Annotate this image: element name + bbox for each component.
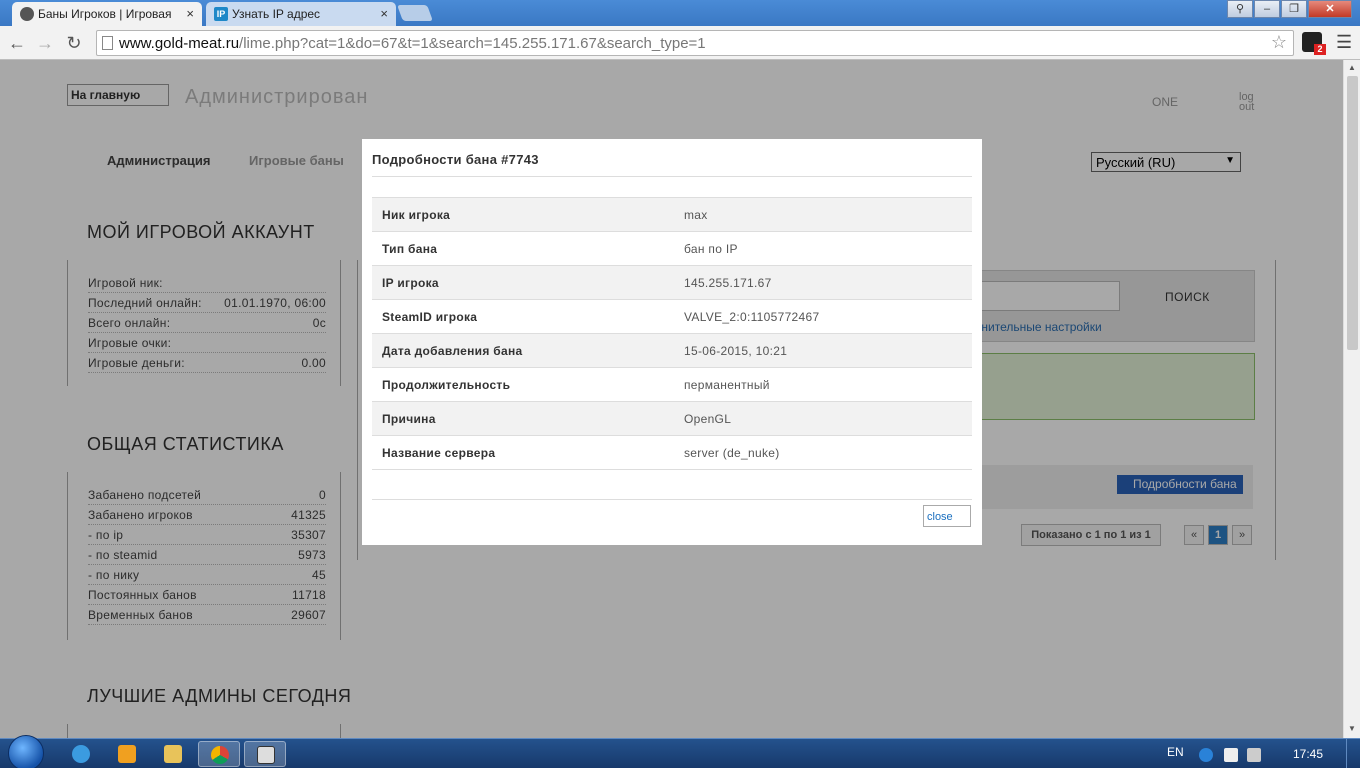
- app-taskbar-button[interactable]: [244, 741, 286, 767]
- minimize-button[interactable]: –: [1254, 0, 1280, 18]
- menu-icon[interactable]: ☰: [1336, 32, 1352, 53]
- tab-ip[interactable]: IP Узнать IP адрес ×: [206, 2, 396, 26]
- page-viewport: На главную Администрирован ONE log out А…: [0, 60, 1343, 738]
- row-value: 15-06-2015, 10:21: [684, 343, 788, 358]
- close-button[interactable]: close: [923, 505, 971, 527]
- flag-icon[interactable]: [1224, 748, 1238, 762]
- detail-row: Название сервера server (de_nuke): [372, 436, 972, 470]
- extension-badge: 2: [1314, 44, 1326, 55]
- url-path: /lime.php?cat=1&do=67&t=1&search=145.255…: [239, 35, 706, 52]
- maximize-button[interactable]: ❐: [1281, 0, 1307, 18]
- ie-taskbar-button[interactable]: [60, 741, 102, 767]
- row-value: перманентный: [684, 377, 770, 392]
- browser-tabstrip: Баны Игроков | Игровая × IP Узнать IP ад…: [0, 0, 1360, 26]
- close-tab-icon[interactable]: ×: [380, 6, 388, 21]
- tab-title: Узнать IP адрес: [232, 7, 321, 21]
- row-label: Причина: [382, 411, 436, 426]
- page-scrollbar[interactable]: ▲ ▼: [1343, 60, 1360, 738]
- address-bar[interactable]: www.gold-meat.ru/lime.php?cat=1&do=67&t=…: [96, 30, 1294, 56]
- row-label: Тип бана: [382, 241, 438, 256]
- row-value: 145.255.171.67: [684, 275, 772, 290]
- media-player-icon: [118, 745, 136, 763]
- url-host: www.gold-meat.ru: [119, 35, 240, 52]
- modal-title: Подробности бана #7743: [372, 152, 539, 167]
- folder-icon: [164, 745, 182, 763]
- divider: [372, 499, 972, 500]
- row-value: OpenGL: [684, 411, 732, 426]
- tab-bans[interactable]: Баны Игроков | Игровая ×: [12, 2, 202, 26]
- scroll-down-icon[interactable]: ▼: [1348, 724, 1356, 733]
- row-label: IP игрока: [382, 275, 439, 290]
- ip-favicon-icon: IP: [214, 7, 228, 21]
- row-label: Продолжительность: [382, 377, 511, 392]
- detail-row: Дата добавления бана 15-06-2015, 10:21: [372, 334, 972, 368]
- row-value: server (de_nuke): [684, 445, 780, 460]
- row-value: max: [684, 207, 708, 222]
- row-value: бан по IP: [684, 241, 738, 256]
- row-label: Ник игрока: [382, 207, 451, 222]
- page-icon: [102, 36, 113, 50]
- user-icon[interactable]: ⚲: [1227, 0, 1253, 18]
- language-indicator[interactable]: EN: [1167, 745, 1184, 759]
- show-desktop-button[interactable]: [1346, 739, 1360, 768]
- browser-toolbar: ← → ↻ www.gold-meat.ru/lime.php?cat=1&do…: [0, 26, 1360, 60]
- start-button[interactable]: [8, 735, 44, 768]
- window-controls: ⚲ – ❐ ✕: [1227, 0, 1352, 18]
- reload-icon[interactable]: ↻: [63, 32, 85, 54]
- chrome-icon: [211, 746, 229, 764]
- divider: [372, 176, 972, 177]
- scroll-thumb[interactable]: [1347, 76, 1358, 350]
- site-favicon-icon: [20, 7, 34, 21]
- media-taskbar-button[interactable]: [106, 741, 148, 767]
- explorer-taskbar-button[interactable]: [152, 741, 194, 767]
- forward-icon[interactable]: →: [34, 32, 56, 54]
- row-label: SteamID игрока: [382, 309, 478, 324]
- detail-row: IP игрока 145.255.171.67: [372, 266, 972, 300]
- close-window-button[interactable]: ✕: [1308, 0, 1352, 18]
- row-value: VALVE_2:0:1105772467: [684, 309, 820, 324]
- tab-title: Баны Игроков | Игровая: [38, 7, 172, 21]
- ban-details-modal: Подробности бана #7743 Ник игрока max Тип …: [362, 139, 982, 545]
- chrome-taskbar-button[interactable]: [198, 741, 240, 767]
- ie-icon: [72, 745, 90, 763]
- info-icon[interactable]: [1199, 748, 1213, 762]
- network-icon[interactable]: [1247, 748, 1261, 762]
- back-icon[interactable]: ←: [6, 32, 28, 54]
- app-k-icon: [257, 746, 275, 764]
- detail-row: Ник игрока max: [372, 198, 972, 232]
- row-label: Название сервера: [382, 445, 496, 460]
- row-label: Дата добавления бана: [382, 343, 523, 358]
- clock[interactable]: 17:45: [1293, 747, 1323, 761]
- bookmark-star-icon[interactable]: ☆: [1271, 32, 1287, 53]
- detail-row: Причина OpenGL: [372, 402, 972, 436]
- close-tab-icon[interactable]: ×: [186, 6, 194, 21]
- scroll-up-icon[interactable]: ▲: [1348, 63, 1356, 72]
- windows-taskbar: EN 17:45: [0, 735, 1360, 768]
- detail-row: Продолжительность перманентный: [372, 368, 972, 402]
- detail-row: SteamID игрока VALVE_2:0:1105772467: [372, 300, 972, 334]
- ban-details-table: Ник игрока max Тип бана бан по IP IP игрока 1…: [372, 197, 972, 470]
- new-tab-button[interactable]: [397, 5, 433, 21]
- detail-row: Тип бана бан по IP: [372, 232, 972, 266]
